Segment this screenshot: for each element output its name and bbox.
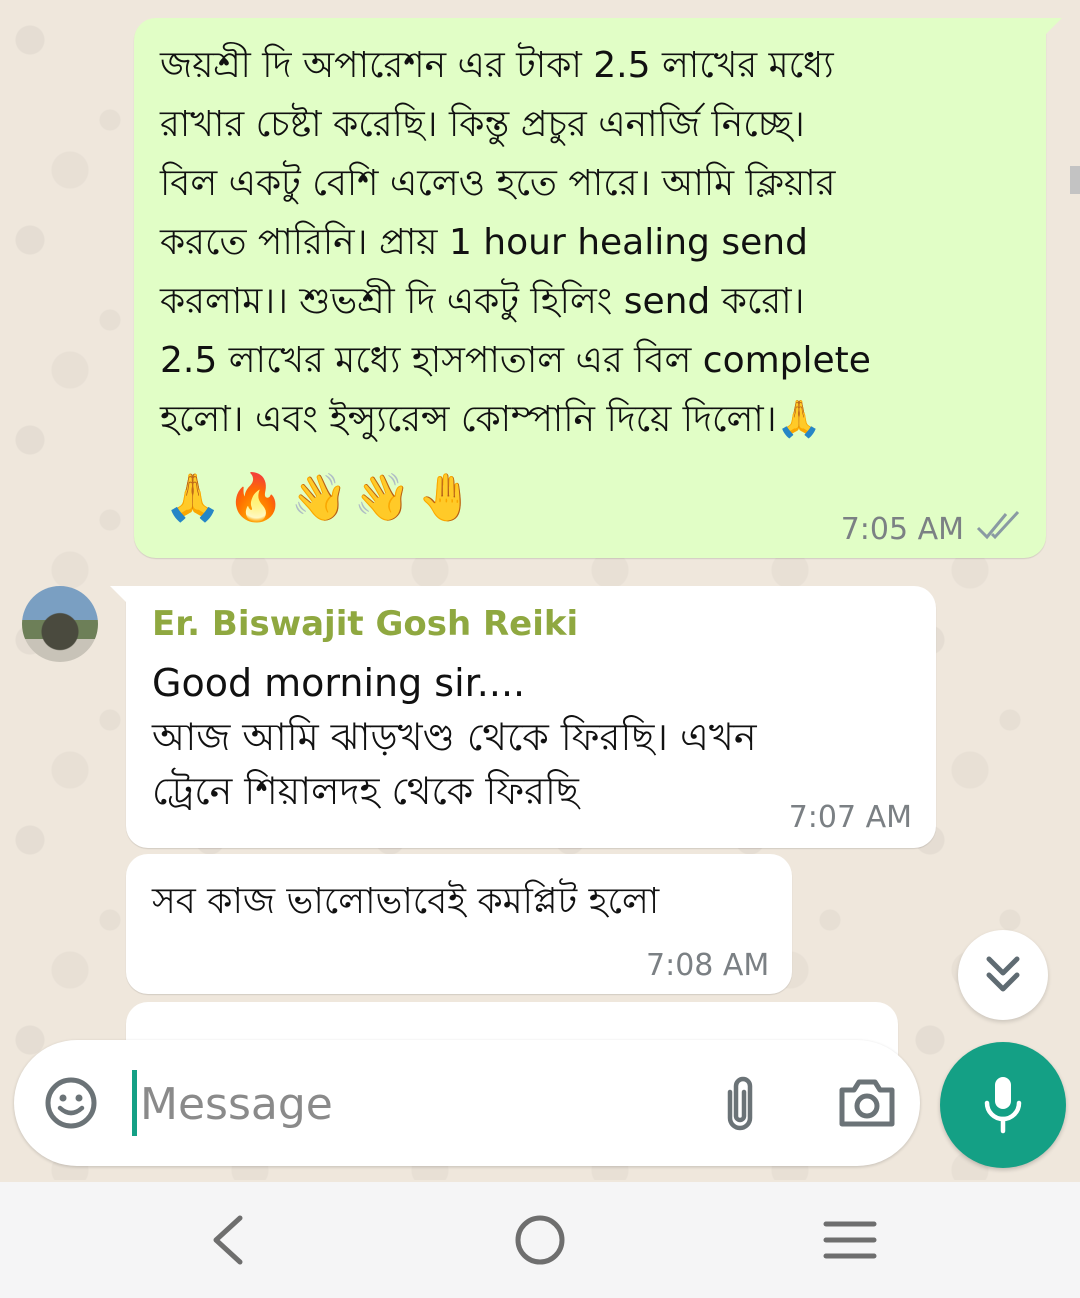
- recents-icon[interactable]: [816, 1210, 886, 1270]
- outgoing-message-text: জয়শ্রী দি অপারেশন এর টাকা 2.5 লাখের মধ্…: [160, 45, 871, 440]
- incoming-message-bubble[interactable]: Er. Biswajit Gosh Reiki Good morning sir…: [110, 586, 936, 848]
- smiley-icon[interactable]: [44, 1076, 98, 1130]
- outgoing-message-emojis: 🙏🔥👋👋🤚: [164, 470, 481, 524]
- sender-avatar[interactable]: [22, 586, 98, 662]
- paperclip-icon[interactable]: [714, 1072, 766, 1134]
- chat-area[interactable]: জয়শ্রী দি অপারেশন এর টাকা 2.5 লাখের মধ্…: [0, 0, 1080, 1180]
- incoming-message-text: সব কাজ ভালোভাবেই কমপ্লিট হলো: [152, 881, 660, 922]
- outgoing-message-time: 7:05 AM: [840, 512, 964, 547]
- scrollbar-thumb[interactable]: [1070, 166, 1080, 194]
- incoming-message-time: 7:07 AM: [788, 800, 912, 835]
- scroll-down-button[interactable]: [958, 930, 1048, 1020]
- home-icon[interactable]: [505, 1210, 575, 1270]
- message-input-bar[interactable]: [14, 1040, 920, 1166]
- sender-name[interactable]: Er. Biswajit Gosh Reiki: [152, 604, 578, 644]
- microphone-icon: [984, 1077, 1022, 1134]
- system-navigation-bar: [0, 1182, 1080, 1298]
- microphone-button[interactable]: [940, 1042, 1066, 1168]
- back-icon[interactable]: [194, 1210, 264, 1270]
- double-check-icon: [976, 510, 1020, 540]
- incoming-message-text: Good morning sir.... আজ আমি ঝাড়খণ্ড থেক…: [152, 661, 757, 813]
- double-chevron-down-icon: [986, 956, 1020, 992]
- camera-icon[interactable]: [836, 1076, 898, 1130]
- text-caret: [132, 1070, 137, 1136]
- message-input[interactable]: [138, 1064, 682, 1144]
- outgoing-message-bubble[interactable]: জয়শ্রী দি অপারেশন এর টাকা 2.5 লাখের মধ্…: [134, 18, 1062, 558]
